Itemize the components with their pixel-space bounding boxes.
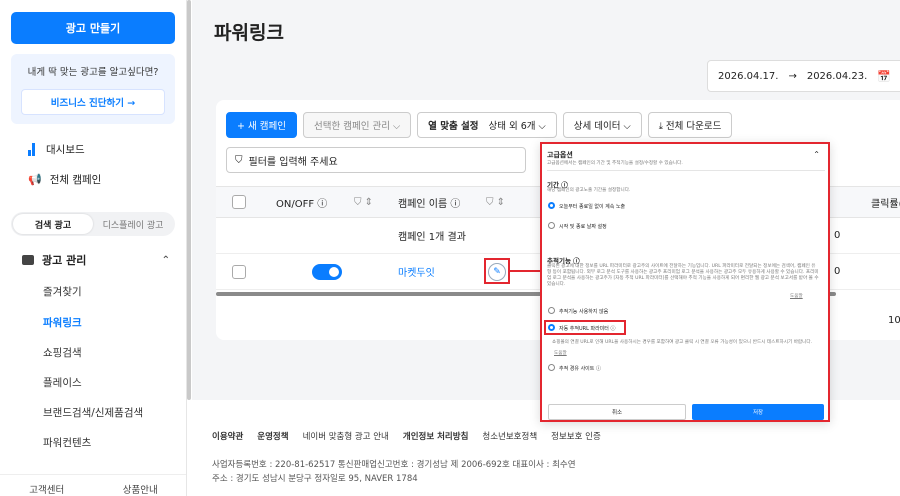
radio-tracking-off[interactable] — [548, 307, 555, 314]
detail-data-dropdown[interactable]: 상세 데이터 ⌵ — [562, 112, 642, 138]
arrow-right-icon: → — [788, 70, 797, 82]
folder-icon — [22, 255, 34, 265]
tracking-desc: 클릭된 광고에 대한 정보를 URL 파라미터로 광고주의 사이트에 전달하는 … — [547, 264, 819, 287]
radio-period-continuous[interactable] — [548, 202, 555, 209]
sidebar: 광고 만들기 내게 딱 맞는 광고를 알고싶다면? 비즈니스 진단하기 → 대시… — [0, 0, 187, 496]
sidebar-item-brand-search[interactable]: 브랜드검색/신제품검색 — [43, 405, 143, 420]
filter-icon[interactable]: ⛉ ⇕ — [486, 187, 505, 217]
tracking-option-2-desc: 쇼핑몰의 연결 URL로 인해 URL을 사용하시는 경우를 포함하여 광고 클… — [552, 340, 813, 345]
footer-links: 이용약관 운영정책 네이버 맞춤형 광고 안내 개인정보 처리방침 청소년보호정… — [212, 430, 601, 442]
campaign-name-link[interactable]: 마켓두잇 — [398, 254, 435, 289]
footer-link-custom-ads[interactable]: 네이버 맞춤형 광고 안내 — [303, 430, 389, 442]
page-title: 파워링크 — [214, 22, 284, 44]
sidebar-item-favorites[interactable]: 즐겨찾기 — [43, 284, 82, 299]
select-all-checkbox[interactable] — [232, 187, 246, 217]
modal-subtitle: 고급옵션에서는 캠페인의 기간 및 추적기능을 설정/수정할 수 있습니다. — [547, 161, 683, 166]
period-desc: 해당 캠페인의 광고노출 기간을 설정합니다. — [547, 188, 631, 193]
tracking-option-2: 자동 추적URL 파라미터 ⓘ — [559, 326, 616, 332]
filter-input[interactable]: ⛉ 필터를 입력해 주세요 — [226, 147, 526, 173]
tracking-option-3: 추적 경유 사이트 ⓘ — [559, 366, 601, 372]
period-option-2: 시작 및 종료 날짜 설정 — [559, 224, 607, 230]
table-toolbar: + 새 캠페인 선택한 캠페인 관리 ⌵ 열 맞춤 설정 상태 외 6개 ⌵ 상… — [226, 112, 733, 138]
radio-period-dates[interactable] — [548, 222, 555, 229]
sidebar-item-powerlink[interactable]: 파워링크 — [43, 315, 82, 330]
sidebar-footer: 고객센터 상품안내 — [0, 474, 187, 496]
tab-display-ads[interactable]: 디스플레이 광고 — [93, 214, 173, 234]
tracking-option-1: 추적기능 사용하지 않음 — [559, 309, 609, 315]
summary-text: 캠페인 1개 결과 — [398, 232, 466, 243]
group-label: 광고 관리 — [42, 254, 87, 267]
ad-type-tabs: 검색 광고 디스플레이 광고 — [11, 212, 175, 236]
filter-icon[interactable]: ⛉ ⇕ — [354, 187, 373, 217]
radio-tracking-via[interactable] — [548, 364, 555, 371]
sidebar-item-shopping[interactable]: 쇼핑검색 — [43, 345, 82, 360]
save-button[interactable]: 저장 — [692, 404, 824, 420]
customer-center-link[interactable]: 고객센터 — [0, 475, 94, 496]
date-from: 2026.04.17. — [718, 70, 779, 82]
ad-management-group[interactable]: 광고 관리 ⌃ — [22, 252, 170, 268]
pagination-value: 10 — [888, 315, 900, 326]
header-onoff: ON/OFF ⓘ — [276, 198, 328, 210]
summary-value: 0 — [834, 230, 841, 241]
tracking-option-2-help[interactable]: 도움말 — [554, 351, 584, 357]
sidebar-item-dashboard[interactable]: 대시보드 — [28, 142, 85, 157]
promo-text: 내게 딱 맞는 광고를 알고싶다면? — [27, 67, 159, 78]
promo-box: 내게 딱 맞는 광고를 알고싶다면? 비즈니스 진단하기 → — [11, 54, 175, 124]
sidebar-item-all-campaigns[interactable]: 📢 전체 캠페인 — [28, 172, 101, 187]
calendar-icon: 📅 — [877, 69, 891, 83]
chevron-up-icon: ⌃ — [161, 254, 170, 266]
business-diagnosis-button[interactable]: 비즈니스 진단하기 → — [21, 89, 165, 115]
new-campaign-button[interactable]: + 새 캠페인 — [226, 112, 297, 138]
megaphone-icon: 📢 — [28, 173, 42, 186]
divider — [547, 170, 825, 171]
tracking-help-link[interactable]: 도움말 — [790, 294, 820, 300]
footer-link-terms[interactable]: 이용약관 — [212, 430, 243, 442]
product-guide-link[interactable]: 상품안내 — [94, 475, 187, 496]
sidebar-scrollbar[interactable] — [187, 0, 191, 400]
manage-selected-button[interactable]: 선택한 캠페인 관리 ⌵ — [302, 112, 412, 138]
row-value: 0 — [834, 266, 841, 277]
column-settings-dropdown[interactable]: 열 맞춤 설정 상태 외 6개 ⌵ — [417, 112, 557, 138]
sidebar-item-label: 대시보드 — [46, 144, 85, 156]
header-ctr: 클릭률( — [871, 198, 900, 210]
period-option-1: 오늘부터 종료일 없이 계속 노출 — [559, 204, 626, 210]
date-range-picker[interactable]: 2026.04.17. → 2026.04.23. 📅 — [707, 60, 900, 92]
collapse-icon[interactable]: ⌃ — [813, 150, 820, 159]
footer-link-security[interactable]: 정보보호 인증 — [551, 430, 601, 442]
download-all-button[interactable]: ⤓ 전체 다운로드 — [647, 112, 733, 138]
dashboard-icon — [28, 143, 38, 156]
date-to: 2026.04.23. — [806, 70, 868, 82]
company-address: 주소 : 경기도 성남시 분당구 정자일로 95, NAVER 1784 — [212, 474, 418, 484]
sidebar-item-place[interactable]: 플레이스 — [43, 375, 82, 390]
radio-tracking-auto[interactable] — [548, 324, 555, 331]
row-checkbox[interactable] — [232, 254, 246, 289]
header-campaign-name: 캠페인 이름 ⓘ — [398, 198, 461, 210]
create-ad-button[interactable]: 광고 만들기 — [11, 12, 175, 44]
campaign-toggle[interactable] — [312, 254, 342, 289]
company-info: 사업자등록번호 : 220-81-62517 통신판매업신고번호 : 경기성남 … — [212, 460, 576, 470]
sidebar-item-powercontents[interactable]: 파워컨텐츠 — [43, 435, 91, 450]
footer-link-privacy[interactable]: 개인정보 처리방침 — [403, 430, 469, 442]
tab-search-ads[interactable]: 검색 광고 — [13, 214, 93, 234]
filter-placeholder: 필터를 입력해 주세요 — [248, 156, 338, 168]
highlight-edit-button — [484, 258, 510, 284]
advanced-options-modal: 고급옵션 ⌃ 고급옵션에서는 캠페인의 기간 및 추적기능을 설정/수정할 수 … — [540, 142, 830, 422]
cancel-button[interactable]: 취소 — [548, 404, 686, 420]
modal-title: 고급옵션 — [547, 151, 573, 159]
footer-link-youth[interactable]: 청소년보호정책 — [482, 430, 537, 442]
sidebar-item-label: 전체 캠페인 — [49, 174, 102, 186]
column-settings-value: 상태 외 6개 ⌵ — [488, 121, 546, 132]
connector-line — [510, 270, 540, 272]
column-settings-label: 열 맞춤 설정 — [428, 121, 479, 132]
footer-link-policy[interactable]: 운영정책 — [257, 430, 288, 442]
filter-icon: ⛉ — [235, 154, 243, 166]
